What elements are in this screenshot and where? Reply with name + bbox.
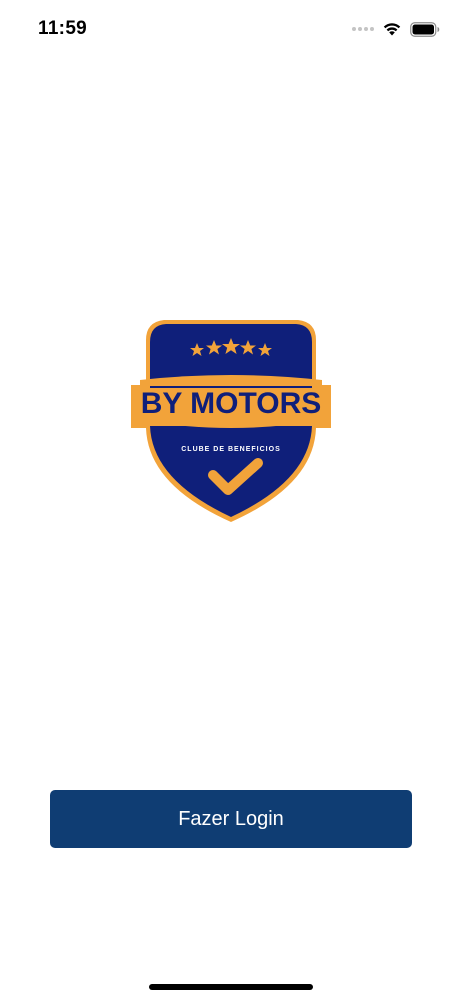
home-indicator[interactable] — [149, 984, 313, 990]
battery-icon — [410, 21, 440, 37]
brand-name: BY MOTORS — [141, 387, 322, 420]
by-motors-logo: BY MOTORS CLUBE DE BENEFICIOS — [116, 310, 346, 535]
status-time: 11:59 — [38, 18, 88, 39]
cellular-dots-icon — [352, 27, 374, 31]
login-button[interactable]: Fazer Login — [50, 790, 412, 848]
status-icons — [352, 19, 440, 39]
brand-tagline: CLUBE DE BENEFICIOS — [181, 446, 281, 453]
status-bar: 11:59 — [0, 0, 462, 60]
welcome-screen: 11:59 BY MOTORS CLUBE DE BENEFICIOS Faze… — [0, 0, 462, 1000]
wifi-icon — [383, 23, 401, 36]
